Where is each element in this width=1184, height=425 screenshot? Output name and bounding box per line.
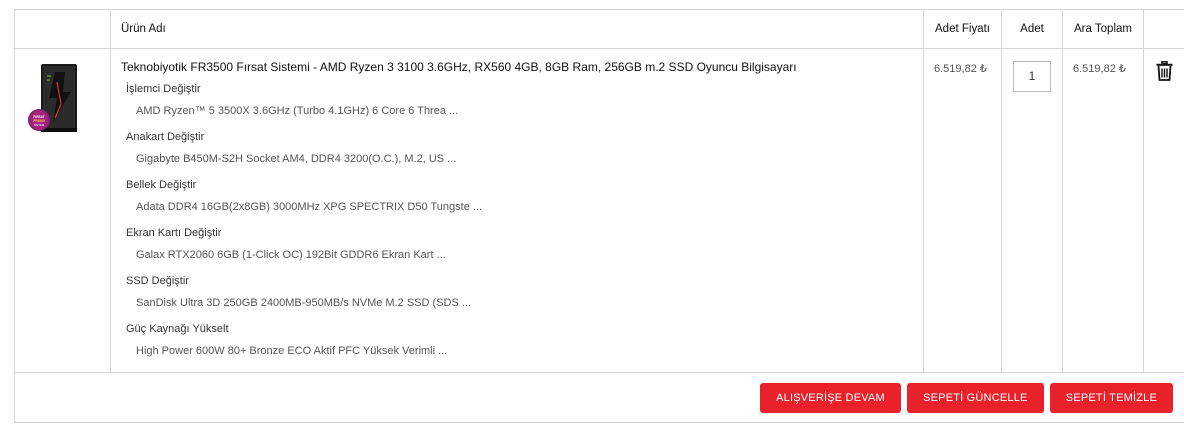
product-image-cell: FIRSAT FR3500 SİSTEM	[14, 48, 111, 373]
update-cart-button[interactable]: SEPETİ GÜNCELLE	[907, 382, 1044, 413]
header-product-name: Ürün Adı	[110, 9, 924, 49]
option-value-ssd: SanDisk Ultra 3D 250GB 2400MB-950MB/s NV…	[136, 297, 472, 309]
table-header-row: Ürün Adı Adet Fiyatı Adet Ara Toplam	[14, 9, 1184, 49]
cart-table: Ürün Adı Adet Fiyatı Adet Ara Toplam FIR…	[14, 9, 1184, 423]
header-subtotal: Ara Toplam	[1062, 9, 1144, 49]
option-value-cpu: AMD Ryzen™ 5 3500X 3.6GHz (Turbo 4.1GHz)…	[136, 105, 459, 117]
subtotal: 6.519,82 ₺	[1062, 48, 1144, 373]
option-title-gpu[interactable]: Ekran Kartı Değiştir	[126, 224, 913, 242]
clear-cart-button[interactable]: SEPETİ TEMİZLE	[1049, 382, 1173, 413]
option-title-ssd[interactable]: SSD Değiştir	[126, 272, 913, 290]
option-value-gpu: Galax RTX2060 6GB (1-Click OC) 192Bit GD…	[136, 249, 446, 261]
trash-icon[interactable]	[1156, 61, 1173, 84]
header-delete	[1143, 9, 1184, 49]
shopping-cart: Ürün Adı Adet Fiyatı Adet Ara Toplam FIR…	[14, 9, 1184, 423]
option-title-memory[interactable]: Bellek Değiştir	[126, 176, 913, 194]
quantity-input[interactable]: 1	[1013, 61, 1051, 92]
option-title-motherboard[interactable]: Anakart Değiştir	[126, 128, 913, 146]
option-value-psu: High Power 600W 80+ Bronze ECO Aktif PFC…	[136, 345, 448, 357]
svg-text:SİSTEM: SİSTEM	[34, 122, 45, 127]
product-image[interactable]: FIRSAT FR3500 SİSTEM	[27, 62, 87, 134]
product-title[interactable]: Teknobiyotik FR3500 Fırsat Sistemi - AMD…	[121, 60, 913, 74]
table-row: FIRSAT FR3500 SİSTEM Teknobiyotik FR3500…	[14, 48, 1184, 373]
actions-row: ALIŞVERİŞE DEVAM SEPETİ GÜNCELLE SEPETİ …	[14, 372, 1184, 423]
product-options: İşlemci Değiştir AMD Ryzen™ 5 3500X 3.6G…	[126, 80, 913, 364]
header-image	[14, 9, 111, 49]
header-quantity: Adet	[1001, 9, 1063, 49]
continue-shopping-button[interactable]: ALIŞVERİŞE DEVAM	[760, 382, 901, 413]
quantity-cell: 1	[1001, 48, 1063, 373]
product-info-cell: Teknobiyotik FR3500 Fırsat Sistemi - AMD…	[110, 48, 924, 373]
option-title-cpu[interactable]: İşlemci Değiştir	[126, 80, 913, 98]
actions-cell: ALIŞVERİŞE DEVAM SEPETİ GÜNCELLE SEPETİ …	[14, 372, 1184, 423]
delete-cell	[1143, 48, 1184, 373]
option-value-memory: Adata DDR4 16GB(2x8GB) 3000MHz XPG SPECT…	[136, 201, 483, 213]
option-value-motherboard: Gigabyte B450M-S2H Socket AM4, DDR4 3200…	[136, 153, 457, 165]
unit-price: 6.519,82 ₺	[923, 48, 1002, 373]
header-unit-price: Adet Fiyatı	[923, 9, 1002, 49]
option-title-psu[interactable]: Güç Kaynağı Yükselt	[126, 320, 913, 338]
